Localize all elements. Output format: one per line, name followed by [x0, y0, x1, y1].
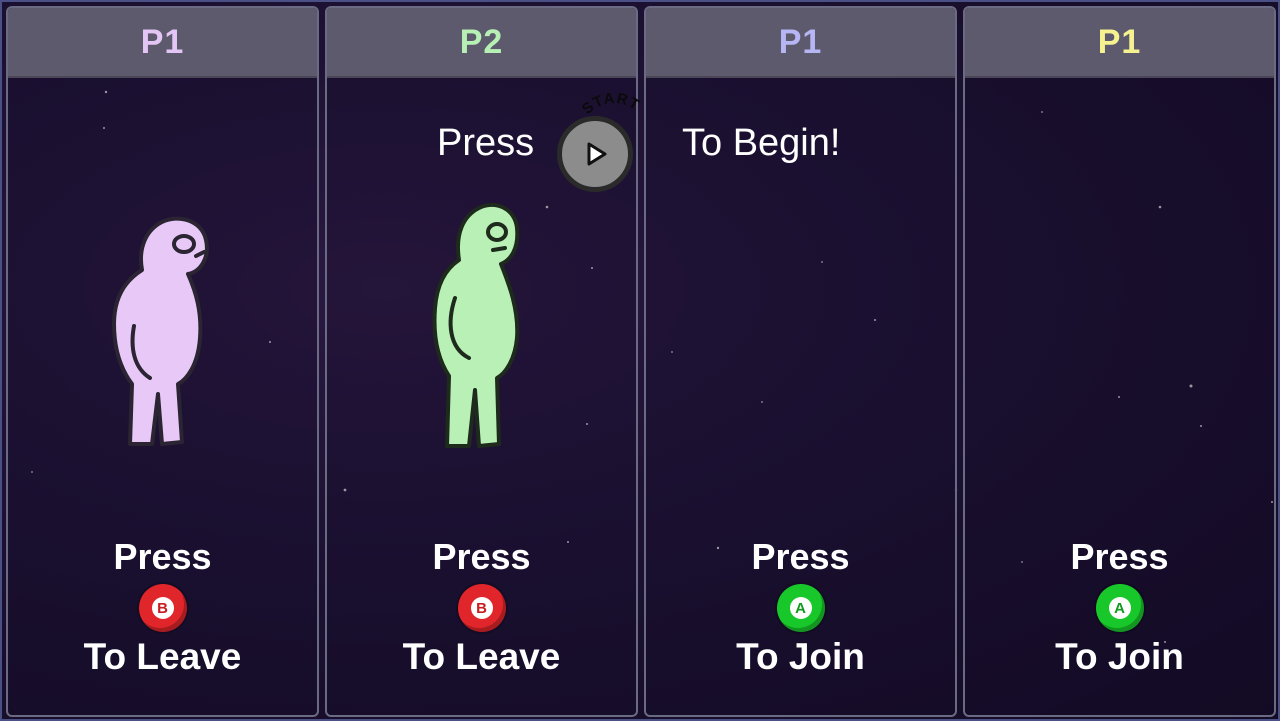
leave-label: To Leave — [402, 636, 561, 677]
b-button-glyph: B — [470, 597, 493, 619]
character-sprite — [432, 202, 520, 448]
start-arc-text: START — [579, 90, 642, 118]
a-button-glyph: A — [789, 597, 812, 619]
b-button-icon: B — [457, 584, 506, 632]
player-label: P1 — [778, 22, 823, 61]
b-button-glyph: B — [151, 597, 174, 619]
svg-text:START: START — [579, 90, 643, 118]
join-label: To Join — [1055, 636, 1184, 677]
a-button-icon: A — [776, 584, 825, 632]
join-label: To Join — [736, 636, 865, 677]
slot-header: P2 — [327, 8, 636, 78]
a-button-icon: A — [1095, 584, 1144, 632]
player-label: P1 — [140, 22, 185, 61]
player-label: P1 — [1097, 22, 1142, 61]
slot-header: P1 — [646, 8, 955, 78]
player-label: P2 — [459, 22, 504, 61]
character-select-screen: P1 Press B To Leave P2 Press B To Leave … — [0, 0, 1280, 721]
start-press-label: Press — [437, 122, 535, 164]
play-triangle-icon — [587, 142, 607, 166]
press-label: Press — [1070, 536, 1169, 577]
press-label: Press — [113, 536, 212, 577]
begin-label: To Begin! — [682, 122, 841, 164]
character-sprite — [112, 216, 209, 446]
press-label: Press — [751, 536, 850, 577]
a-button-glyph: A — [1108, 597, 1131, 619]
start-prompt: Press START To Begin! — [2, 90, 1280, 192]
leave-label: To Leave — [83, 636, 242, 677]
press-label: Press — [432, 536, 531, 577]
slot-header: P1 — [8, 8, 317, 78]
start-button[interactable] — [557, 116, 633, 192]
b-button-icon: B — [138, 584, 187, 632]
slot-header: P1 — [965, 8, 1274, 78]
